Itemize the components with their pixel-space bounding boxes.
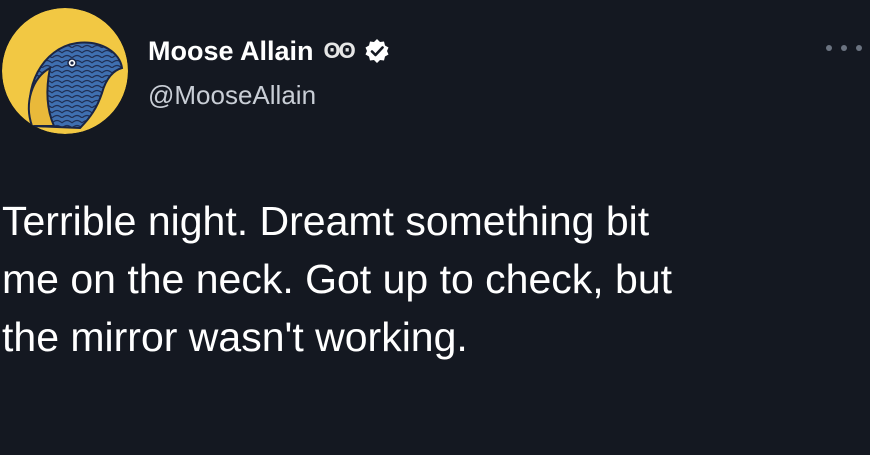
author-name-row: Moose Allain ʘʘ [148,34,390,68]
tweet-text-line: me on the neck. Got up to check, but [2,256,673,302]
tweet-text-line: the mirror wasn't working. [2,314,468,360]
avatar[interactable] [2,8,128,134]
tweet-text-line: Terrible night. Dreamt something bit [2,198,650,244]
bird-avatar-icon [2,8,128,134]
more-dot [856,45,862,51]
more-dot [826,45,832,51]
author-handle[interactable]: @MooseAllain [148,80,316,111]
more-options-icon[interactable] [826,38,862,58]
name-emoji: ʘʘ [323,38,356,63]
more-dot [841,45,847,51]
display-name[interactable]: Moose Allain [148,36,314,67]
tweet-text: Terrible night. Dreamt something bit me … [2,192,862,366]
tweet-card: Moose Allain ʘʘ @MooseAllain Terrible ni… [0,0,870,455]
verified-badge-icon [364,38,390,64]
